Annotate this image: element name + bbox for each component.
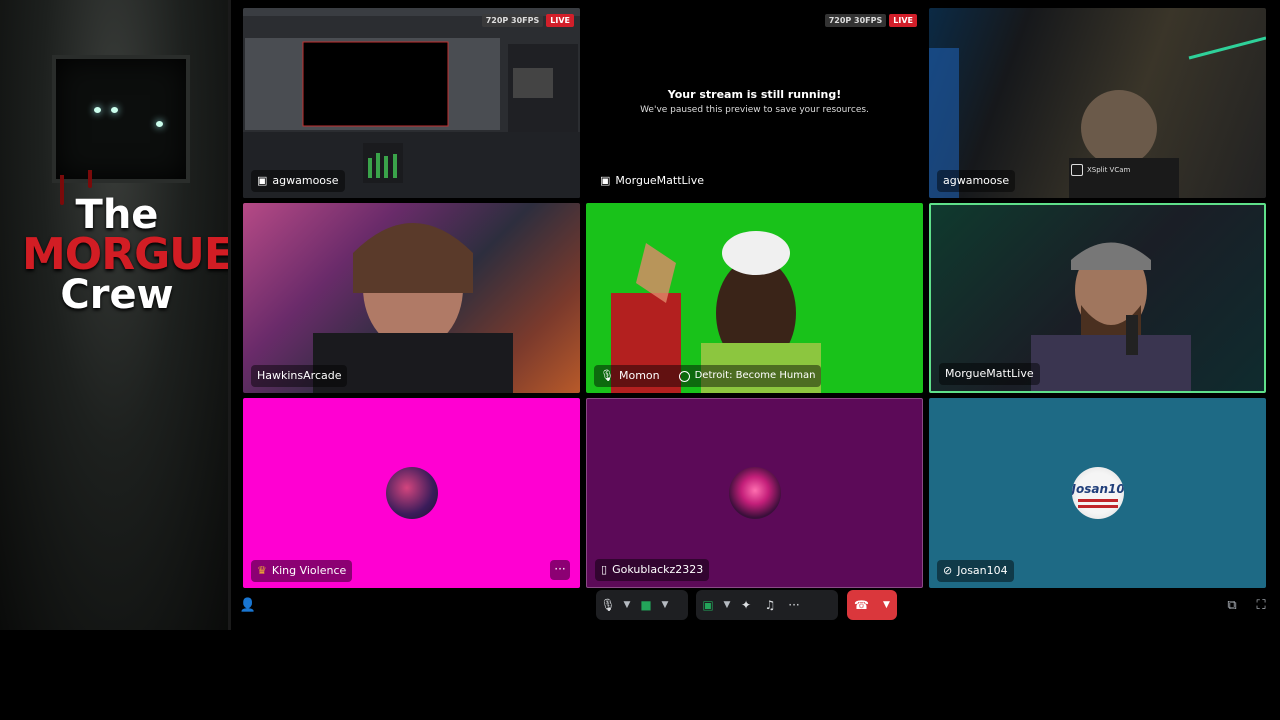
participant-name: Josan104 [957,564,1008,577]
morgue-crew-panel: The MORGUE Crew [0,0,228,630]
avatar-logo-text: Josan10 [1071,482,1124,496]
participant-name: King Violence [271,564,347,577]
xsplit-vcam-watermark: XSplit VCam [1071,164,1130,176]
crown-icon: ♛ [257,564,267,577]
chevron-down-icon[interactable]: ▼ [620,590,634,620]
activities-icon[interactable]: ✦ [734,590,758,620]
participant-nameplate: ⊘ Josan104 [937,560,1014,582]
activity-name: Detroit: Become Human [694,370,816,381]
screen-share-icon[interactable]: ▣ [696,590,720,620]
participant-name: Momon [618,369,660,382]
morgue-crew-logo: The MORGUE Crew [22,195,228,318]
participant-name: MorgueMattLive [615,174,704,187]
logo-line-3: Crew [60,272,174,318]
screen-share-icon: ▣ [257,174,268,187]
mic-icon[interactable]: 🎙 [596,590,620,620]
logo-line-2: MORGUE [22,229,228,280]
paused-title: Your stream is still running! [667,88,842,101]
participant-nameplate: agwamoose [937,170,1016,192]
xsplit-icon [1071,164,1083,176]
popout-icon[interactable]: ⧉ [1221,594,1243,616]
participant-tile-king-violence[interactable]: ♛ King Violence ··· [243,398,580,588]
quality-badge: 720P 30FPS [824,14,887,27]
voice-video-group: 🎙 ▼ ■ ▼ [596,590,688,620]
hang-up-icon: ☎ [854,598,869,612]
participant-tile-josan104[interactable]: Josan10 ⊘ Josan104 [929,398,1266,588]
live-badge: LIVE [889,14,917,27]
soundboard-icon[interactable]: ♫ [758,590,782,620]
panel-divider [228,0,231,630]
participant-name: HawkinsArcade [257,369,342,382]
screen-share-icon: ▣ [600,174,611,187]
chevron-down-icon[interactable]: ▼ [720,590,734,620]
tile-more-button[interactable]: ··· [550,560,570,580]
participant-nameplate: 🎙 Momon Detroit: Become Human [594,365,822,387]
participant-name: MorgueMattLive [945,367,1034,380]
participant-name: agwamoose [272,174,339,187]
chevron-down-icon[interactable]: ▼ [883,600,890,610]
call-controls-bar: 👤 🎙 ▼ ■ ▼ ▣ ▼ ✦ ♫ ··· ☎ ▼ ⧉ ⛶ [0,590,1280,622]
more-icon[interactable]: ··· [782,590,806,620]
live-badge: LIVE [546,14,574,27]
participant-tile-gokublackz2323[interactable]: ▯ Gokublackz2323 [586,398,923,588]
participant-name: Gokublackz2323 [612,563,704,576]
participant-tile-morguemattlive[interactable]: MorgueMattLive [929,203,1266,393]
stream-badges: 720P 30FPS LIVE [824,14,917,27]
quality-badge: 720P 30FPS [481,14,544,27]
avatar [728,467,781,519]
participant-name: agwamoose [943,174,1010,187]
avatar [385,467,438,519]
paused-preview-message: Your stream is still running! We've paus… [586,88,923,115]
chevron-down-icon[interactable]: ▼ [658,590,672,620]
participant-nameplate: ▣ MorgueMattLive [594,170,710,192]
mic-muted-icon: 🎙 [600,369,614,382]
mobile-icon: ▯ [601,563,608,576]
participant-nameplate: ▣ agwamoose [251,170,345,192]
avatar: Josan10 [1071,467,1124,519]
participant-tile-agwamoose-cam[interactable]: XSplit VCam agwamoose [929,8,1266,198]
stream-badges: 720P 30FPS LIVE [481,14,574,27]
participant-tile-morguemattlive-stream[interactable]: 720P 30FPS LIVE Your stream is still run… [586,8,923,198]
share-activities-group: ▣ ▼ ✦ ♫ ··· [696,590,838,620]
participant-tile-hawkinsarcade[interactable]: HawkinsArcade [243,203,580,393]
disconnect-button[interactable]: ☎ ▼ [847,590,897,620]
activity-icon [678,370,690,382]
fullscreen-icon[interactable]: ⛶ [1250,594,1272,616]
participant-tile-momon[interactable]: 🎙 Momon Detroit: Become Human [586,203,923,393]
participant-nameplate: MorgueMattLive [939,363,1040,385]
camera-icon[interactable]: ■ [634,590,658,620]
participant-tile-agwamoose-screen[interactable]: 720P 30FPS LIVE ▣ agwamoose [243,8,580,198]
participant-nameplate: HawkinsArcade [251,365,348,387]
invite-icon[interactable]: 👤 [237,594,259,616]
deafened-icon: ⊘ [943,564,953,577]
paused-subtitle: We've paused this preview to save your r… [640,105,869,115]
participant-nameplate: ▯ Gokublackz2323 [595,559,710,581]
watermark-text: XSplit VCam [1087,166,1131,174]
morgue-window-art [52,55,190,183]
participant-nameplate: ♛ King Violence [251,560,353,582]
